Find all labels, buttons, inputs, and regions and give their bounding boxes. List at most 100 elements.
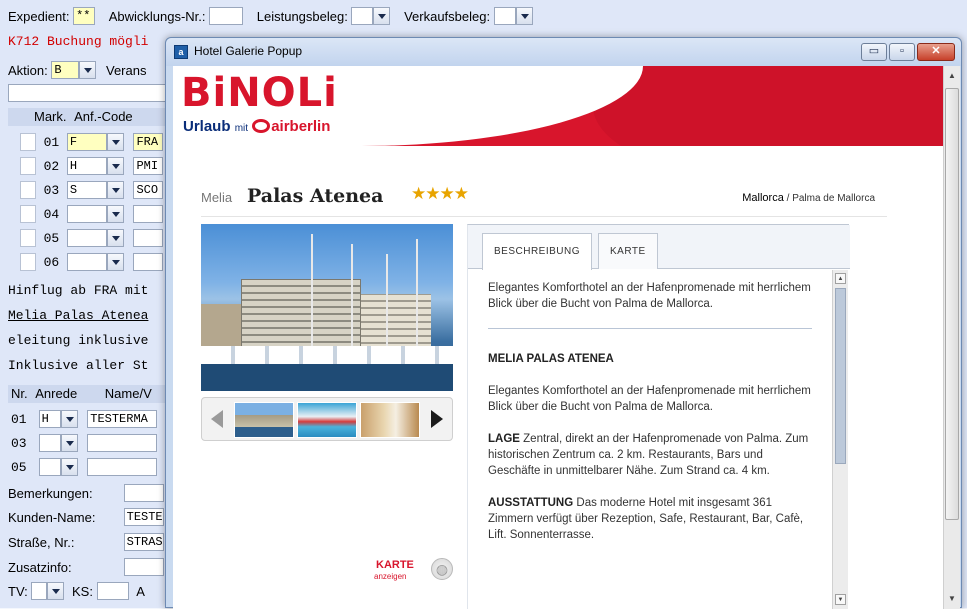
name-field[interactable] bbox=[87, 434, 158, 452]
anfcode-dropdown-icon[interactable] bbox=[106, 205, 124, 223]
anrede-dropdown-icon[interactable] bbox=[60, 458, 78, 476]
anrede-field[interactable] bbox=[38, 458, 61, 476]
anfcode-dropdown-icon[interactable] bbox=[106, 157, 124, 175]
ks-label: KS: bbox=[72, 583, 93, 599]
bemerkungen-label: Bemerkungen: bbox=[8, 485, 93, 501]
hotel-brand: Melia bbox=[201, 190, 233, 205]
leistung-row: 04 bbox=[8, 205, 164, 223]
thumbnail[interactable] bbox=[234, 402, 294, 438]
person-nr: 05 bbox=[11, 459, 27, 475]
tv-label: TV: bbox=[8, 583, 28, 599]
mark-checkbox[interactable] bbox=[20, 157, 36, 175]
mark-checkbox[interactable] bbox=[20, 205, 36, 223]
abwicklung-label: Abwicklungs-Nr.: bbox=[108, 8, 206, 24]
scroll-down-icon[interactable]: ▼ bbox=[835, 594, 846, 605]
a-label: A bbox=[136, 583, 145, 599]
brand-banner: BiNOLi Urlaub mit airberlin bbox=[173, 66, 943, 146]
anfcode-field[interactable]: S bbox=[66, 181, 107, 199]
verkaufsbeleg-dropdown-icon[interactable] bbox=[515, 7, 533, 25]
name-field[interactable]: TESTERMA bbox=[87, 410, 158, 428]
person-row: 05 bbox=[8, 458, 158, 476]
karte-sub[interactable]: anzeigen bbox=[374, 572, 406, 581]
mark-checkbox[interactable] bbox=[20, 181, 36, 199]
tv-dropdown-icon[interactable] bbox=[47, 582, 65, 600]
description-text: Elegantes Komforthotel an der Hafenprome… bbox=[468, 270, 832, 609]
leistung-field[interactable]: SCO bbox=[133, 181, 164, 199]
arrow-right-icon[interactable] bbox=[431, 410, 443, 428]
bemerkungen-row: Bemerkungen: bbox=[8, 484, 164, 502]
aktion-field[interactable]: B bbox=[51, 61, 80, 79]
leistung-field[interactable]: FRA bbox=[133, 133, 164, 151]
name-header: Name/V bbox=[104, 386, 152, 401]
popup-title: Hotel Galerie Popup bbox=[194, 44, 303, 58]
verans-field[interactable] bbox=[8, 84, 168, 102]
globe-icon[interactable]: ◍ bbox=[431, 558, 453, 580]
kunden-row: Kunden-Name: TESTE bbox=[8, 508, 164, 526]
minimize-button[interactable]: ▭ bbox=[861, 43, 887, 61]
leistung-field[interactable]: PMI bbox=[133, 157, 164, 175]
anfcode-field[interactable] bbox=[66, 205, 107, 223]
scroll-up-icon[interactable]: ▲ bbox=[944, 68, 960, 84]
tab-karte[interactable]: KARTE bbox=[598, 233, 658, 269]
anrede-field[interactable]: H bbox=[38, 410, 61, 428]
scroll-thumb[interactable] bbox=[835, 288, 846, 464]
anrede-field[interactable] bbox=[38, 434, 61, 452]
scroll-down-icon[interactable]: ▼ bbox=[944, 591, 960, 607]
popup-titlebar[interactable]: a Hotel Galerie Popup ▭ ▫ ✕ bbox=[166, 38, 961, 66]
tv-field[interactable] bbox=[31, 582, 48, 600]
thumbnail[interactable] bbox=[360, 402, 420, 438]
leistungsbeleg-dropdown-icon[interactable] bbox=[373, 7, 391, 25]
abwicklung-field[interactable] bbox=[209, 7, 244, 25]
person-nr: 03 bbox=[11, 435, 27, 451]
kunden-name-label: Kunden-Name: bbox=[8, 509, 96, 525]
person-row: 03 bbox=[8, 434, 158, 452]
verans-label: Verans bbox=[106, 62, 147, 78]
kunden-name-field[interactable]: TESTE bbox=[123, 508, 164, 526]
anrede-dropdown-icon[interactable] bbox=[60, 434, 78, 452]
maximize-button[interactable]: ▫ bbox=[889, 43, 915, 61]
ks-field[interactable] bbox=[96, 582, 129, 600]
verkaufsbeleg-label: Verkaufsbeleg: bbox=[404, 8, 491, 24]
leistung-field[interactable] bbox=[133, 229, 164, 247]
info-line: Hinflug ab FRA mit bbox=[8, 283, 149, 298]
ausstattung-label: AUSSTATTUNG bbox=[488, 497, 574, 509]
anfcode-dropdown-icon[interactable] bbox=[106, 133, 124, 151]
hotel-main-image[interactable] bbox=[201, 224, 453, 391]
anfcode-field[interactable] bbox=[66, 253, 107, 271]
tab-beschreibung[interactable]: BESCHREIBUNG bbox=[482, 233, 593, 270]
anrede-dropdown-icon[interactable] bbox=[60, 410, 78, 428]
anfcode-field[interactable] bbox=[66, 229, 107, 247]
anfcode-field[interactable]: F bbox=[66, 133, 107, 151]
zusatzinfo-field[interactable] bbox=[123, 558, 164, 576]
leistung-field[interactable] bbox=[133, 205, 164, 223]
airberlin-logo: Urlaub mit airberlin bbox=[183, 118, 331, 135]
person-nr: 01 bbox=[11, 411, 27, 427]
close-button[interactable]: ✕ bbox=[917, 43, 955, 61]
thumbnail[interactable] bbox=[297, 402, 357, 438]
anfcode-dropdown-icon[interactable] bbox=[106, 229, 124, 247]
verkaufsbeleg-field[interactable] bbox=[493, 7, 516, 25]
aktion-dropdown-icon[interactable] bbox=[79, 61, 97, 79]
arrow-left-icon[interactable] bbox=[211, 410, 223, 428]
window-scrollbar[interactable]: ▲ ▼ bbox=[943, 66, 960, 609]
info-line: Inklusive aller St bbox=[8, 358, 149, 373]
leistungsbeleg-field[interactable] bbox=[351, 7, 374, 25]
mark-checkbox[interactable] bbox=[20, 253, 36, 271]
anfcode-dropdown-icon[interactable] bbox=[106, 253, 124, 271]
leistung-field[interactable] bbox=[133, 253, 164, 271]
anfcode-dropdown-icon[interactable] bbox=[106, 181, 124, 199]
description-scrollbar[interactable]: ▲ ▼ bbox=[832, 270, 848, 609]
anfcode-field[interactable]: H bbox=[66, 157, 107, 175]
leistung-row: 02 H PMI bbox=[8, 157, 164, 175]
expedient-field[interactable]: ** bbox=[73, 7, 96, 25]
karte-link[interactable]: KARTE bbox=[376, 559, 414, 571]
nr-header: Nr. bbox=[11, 386, 28, 401]
mark-checkbox[interactable] bbox=[20, 229, 36, 247]
bemerkungen-field[interactable] bbox=[123, 484, 164, 502]
scroll-up-icon[interactable]: ▲ bbox=[835, 273, 846, 284]
scroll-thumb[interactable] bbox=[945, 88, 959, 520]
strasse-field[interactable]: STRAS bbox=[123, 533, 164, 551]
anfcode-header: Anf.-Code bbox=[74, 109, 133, 124]
mark-checkbox[interactable] bbox=[20, 133, 36, 151]
name-field[interactable] bbox=[87, 458, 158, 476]
